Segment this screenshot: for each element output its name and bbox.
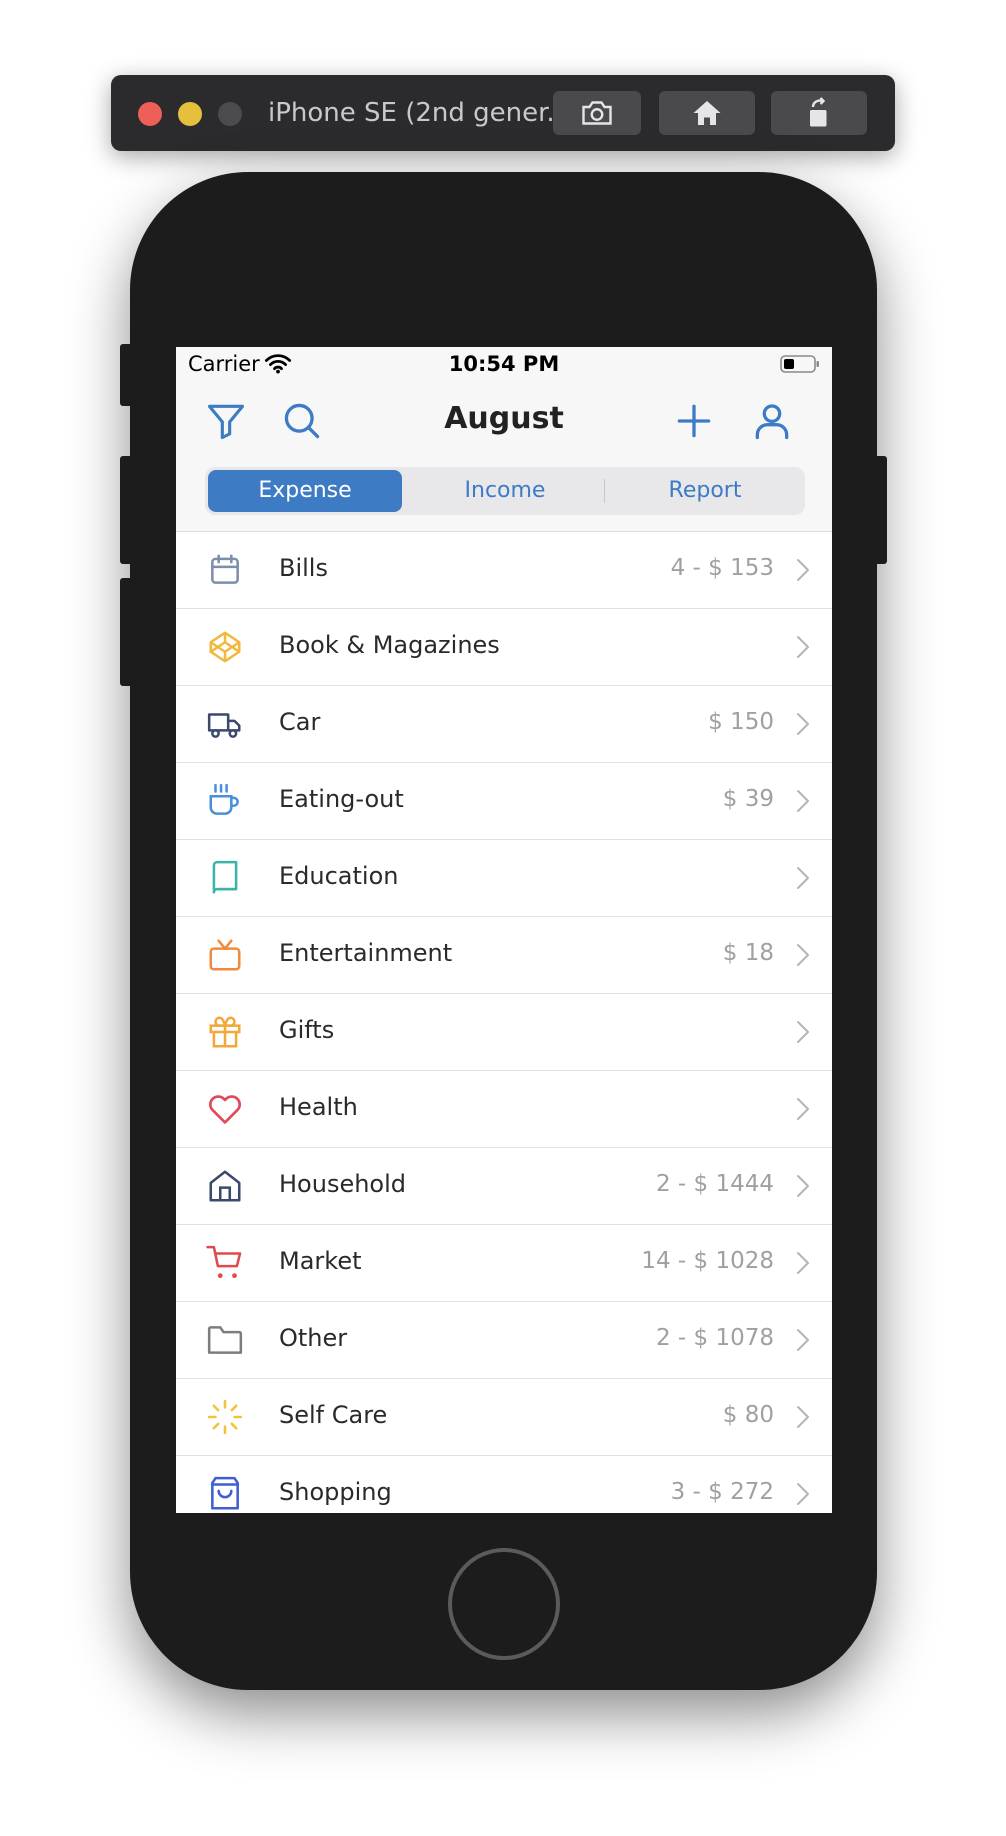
chevron-right-icon <box>796 1251 810 1275</box>
codepen-icon <box>206 628 244 666</box>
category-label: Eating-out <box>279 785 404 813</box>
calendar-icon <box>206 551 244 589</box>
category-amount: 2 - $ 1078 <box>655 1325 774 1351</box>
category-amount: 4 - $ 153 <box>670 555 774 581</box>
chevron-right-icon <box>796 943 810 967</box>
category-amount: $ 150 <box>708 709 774 735</box>
chevron-right-icon <box>796 1020 810 1044</box>
category-label: Gifts <box>279 1016 335 1044</box>
chevron-right-icon <box>796 712 810 736</box>
book-icon <box>206 859 244 897</box>
tab-expense[interactable]: Expense <box>208 470 402 512</box>
home-button[interactable] <box>448 1548 560 1660</box>
app-screen: Carrier 10:54 PM August Expense Income R… <box>176 347 832 1513</box>
category-label: Self Care <box>279 1401 388 1429</box>
category-label: Household <box>279 1170 407 1198</box>
screenshot-icon <box>582 101 612 125</box>
list-item[interactable]: Bills 4 - $ 153 <box>176 532 832 609</box>
category-label: Bills <box>279 554 328 582</box>
plus-icon <box>677 404 711 438</box>
category-label: Education <box>279 862 399 890</box>
list-item[interactable]: Household 2 - $ 1444 <box>176 1148 832 1225</box>
category-list: Bills 4 - $ 153 Book & Magazines Car $ 150 Ea… <box>176 532 832 1513</box>
shopping-cart-icon <box>206 1244 244 1282</box>
list-item[interactable]: Shopping 3 - $ 272 <box>176 1456 832 1513</box>
zoom-window-button[interactable] <box>218 102 242 126</box>
profile-button[interactable] <box>750 399 794 443</box>
rotate-button[interactable] <box>771 91 867 135</box>
coffee-icon <box>206 782 244 820</box>
segmented-control: Expense Income Report <box>205 467 805 515</box>
list-item[interactable]: Market 14 - $ 1028 <box>176 1225 832 1302</box>
list-item[interactable]: Book & Magazines <box>176 609 832 686</box>
home-button-sim[interactable] <box>659 91 755 135</box>
volume-up-button <box>120 456 134 564</box>
folder-icon <box>206 1321 244 1359</box>
tab-report[interactable]: Report <box>608 470 802 512</box>
category-amount: $ 18 <box>722 940 774 966</box>
home-icon <box>693 101 721 125</box>
simulator-title: iPhone SE (2nd gener... <box>268 98 572 128</box>
battery-icon <box>780 355 819 373</box>
status-bar: Carrier 10:54 PM <box>176 347 832 383</box>
screenshot-button[interactable] <box>553 91 641 135</box>
category-label: Entertainment <box>279 939 453 967</box>
tab-income[interactable]: Income <box>408 470 602 512</box>
list-item[interactable]: Gifts <box>176 994 832 1071</box>
list-item[interactable]: Other 2 - $ 1078 <box>176 1302 832 1379</box>
list-item[interactable]: Entertainment $ 18 <box>176 917 832 994</box>
chevron-right-icon <box>796 1097 810 1121</box>
category-label: Book & Magazines <box>279 631 500 659</box>
category-label: Market <box>279 1247 362 1275</box>
simulator-toolbar: iPhone SE (2nd gener... <box>111 75 895 151</box>
category-amount: 3 - $ 272 <box>670 1479 774 1505</box>
status-time: 10:54 PM <box>448 352 560 376</box>
category-label: Health <box>279 1093 358 1121</box>
chevron-right-icon <box>796 1482 810 1506</box>
nav-bar: August <box>176 383 832 461</box>
category-amount: $ 39 <box>722 786 774 812</box>
add-button[interactable] <box>672 399 716 443</box>
category-label: Shopping <box>279 1478 392 1506</box>
minimize-window-button[interactable] <box>178 102 202 126</box>
chevron-right-icon <box>796 1328 810 1352</box>
chevron-right-icon <box>796 1405 810 1429</box>
chevron-right-icon <box>796 789 810 813</box>
list-item[interactable]: Education <box>176 840 832 917</box>
loader-icon <box>206 1398 244 1436</box>
rotate-icon <box>810 97 827 127</box>
close-window-button[interactable] <box>138 102 162 126</box>
chevron-right-icon <box>796 866 810 890</box>
chevron-right-icon <box>796 1174 810 1198</box>
shopping-bag-icon <box>206 1475 244 1513</box>
volume-down-button <box>120 578 134 686</box>
heart-icon <box>206 1090 244 1128</box>
list-item[interactable]: Health <box>176 1071 832 1148</box>
segment-divider <box>604 479 605 503</box>
power-button <box>873 456 887 564</box>
list-item[interactable]: Self Care $ 80 <box>176 1379 832 1456</box>
gift-icon <box>206 1013 244 1051</box>
silent-switch <box>120 344 134 406</box>
chevron-right-icon <box>796 635 810 659</box>
tv-icon <box>206 936 244 974</box>
category-amount: $ 80 <box>722 1402 774 1428</box>
list-item[interactable]: Eating-out $ 39 <box>176 763 832 840</box>
truck-icon <box>206 705 244 743</box>
category-amount: 2 - $ 1444 <box>655 1171 774 1197</box>
user-icon <box>755 404 789 440</box>
category-amount: 14 - $ 1028 <box>641 1248 774 1274</box>
category-label: Car <box>279 708 321 736</box>
page-title: August <box>444 401 564 436</box>
category-label: Other <box>279 1324 348 1352</box>
list-item[interactable]: Car $ 150 <box>176 686 832 763</box>
segment-area: Expense Income Report <box>176 461 832 532</box>
chevron-right-icon <box>796 558 810 582</box>
home-icon <box>206 1167 244 1205</box>
